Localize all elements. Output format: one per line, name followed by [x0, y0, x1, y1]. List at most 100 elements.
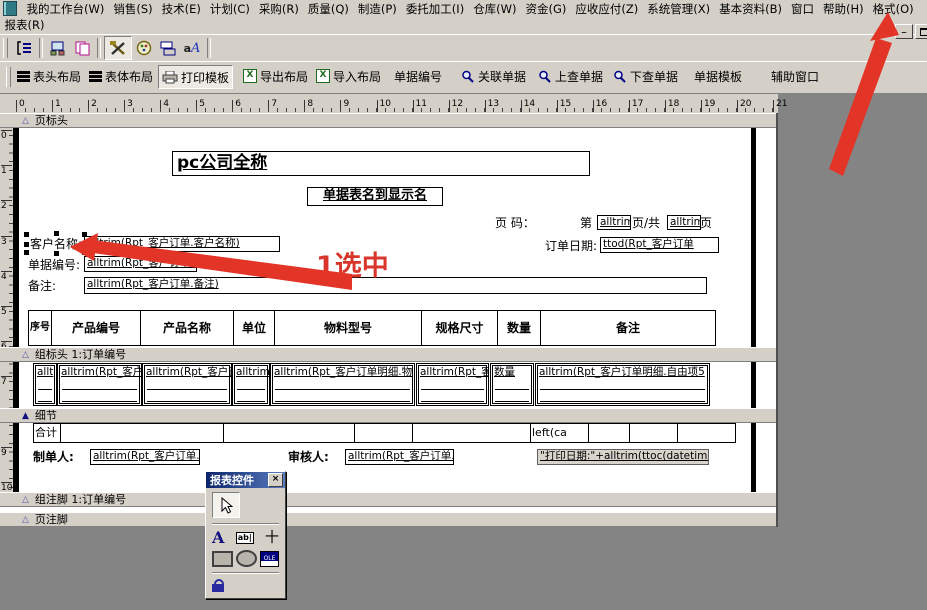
- menu-item-8[interactable]: 仓库(W): [469, 1, 521, 17]
- tools-button[interactable]: [104, 36, 132, 60]
- menu-item-11[interactable]: 系统管理(X): [643, 1, 715, 17]
- table-header-row[interactable]: 序号 产品编号 产品名称 单位 物料型号 规格尺寸 数量 备注: [28, 310, 716, 346]
- menu-item-15[interactable]: 格式(O): [868, 1, 918, 17]
- menu-item-5[interactable]: 质量(Q): [303, 1, 353, 17]
- menu-item-4[interactable]: 采购(R): [254, 1, 303, 17]
- table-header-cell[interactable]: 规格尺寸: [421, 310, 498, 346]
- doc-no-label[interactable]: 单据编号:: [28, 258, 80, 272]
- detail-cell[interactable]: alltrim(Rpt_客户: [57, 363, 142, 406]
- pageno-field-1[interactable]: alltrim: [597, 215, 631, 230]
- table-header-cell[interactable]: 物料型号: [274, 310, 422, 346]
- btn-doc-number[interactable]: 单据编号: [391, 65, 445, 87]
- selection-handle[interactable]: [24, 250, 29, 255]
- copy-button[interactable]: [70, 37, 94, 59]
- menu-item-6[interactable]: 制造(P): [353, 1, 401, 17]
- menu-item-7[interactable]: 委托加工(I): [401, 1, 468, 17]
- rectangle-tool[interactable]: [212, 551, 233, 567]
- remark-field[interactable]: alltrim(Rpt_客户订单.备注): [84, 277, 707, 294]
- label-tool[interactable]: A: [212, 530, 224, 546]
- btn-body-layout[interactable]: 表体布局: [86, 65, 156, 87]
- table-header-cell[interactable]: 序号: [28, 310, 52, 346]
- band-page-header[interactable]: △ 页标头: [0, 113, 776, 128]
- total-cell[interactable]: [354, 423, 413, 443]
- palette-button[interactable]: [132, 37, 156, 59]
- remark-label[interactable]: 备注:: [28, 279, 56, 293]
- band-group-footer[interactable]: △ 组注脚 1:订单编号: [0, 492, 776, 507]
- datasource-button[interactable]: [46, 37, 70, 59]
- ellipse-tool[interactable]: [236, 550, 257, 567]
- total-cell[interactable]: [677, 423, 736, 443]
- band-detail[interactable]: ▲ 细节: [0, 408, 776, 423]
- selection-handle[interactable]: [54, 231, 59, 236]
- band-page-footer[interactable]: △ 页注脚: [0, 512, 776, 527]
- table-header-cell[interactable]: 数量: [497, 310, 541, 346]
- menu-item-13[interactable]: 窗口: [787, 1, 819, 17]
- detail-cell[interactable]: allt: [33, 363, 57, 406]
- total-expression-cell[interactable]: left(ca: [530, 423, 589, 443]
- layout-align-button[interactable]: [156, 37, 180, 59]
- table-header-cell[interactable]: 备注: [540, 310, 716, 346]
- order-date-label[interactable]: 订单日期:: [545, 239, 597, 253]
- company-name-field[interactable]: pc公司全称: [172, 151, 590, 176]
- table-header-cell[interactable]: 单位: [233, 310, 275, 346]
- selection-handle[interactable]: [24, 242, 29, 247]
- ole-tool[interactable]: OLE: [260, 551, 279, 567]
- restore-button[interactable]: [915, 24, 927, 39]
- pageno-prefix[interactable]: 第: [580, 216, 592, 230]
- collapse-triangle-icon[interactable]: ▲: [22, 411, 29, 421]
- btn-related-docs[interactable]: 关联单据: [458, 65, 529, 87]
- btn-lookup-down[interactable]: 下查单据: [610, 65, 681, 87]
- auditor-label[interactable]: 审核人:: [288, 450, 329, 464]
- menu-item-12[interactable]: 基本资料(B): [715, 1, 787, 17]
- btn-header-layout[interactable]: 表头布局: [14, 65, 84, 87]
- menu-item-1[interactable]: 销售(S): [109, 1, 157, 17]
- detail-cell[interactable]: alltrim(Rpt_客户订: [142, 363, 232, 406]
- textfield-tool[interactable]: ab|: [236, 532, 254, 544]
- total-cell[interactable]: [588, 423, 630, 443]
- customer-label-selected[interactable]: 客户名称:: [30, 237, 84, 252]
- table-header-cell[interactable]: 产品名称: [140, 310, 234, 346]
- doc-no-field[interactable]: alltrim(Rpt_客户订单.单据编号): [84, 256, 197, 272]
- menu-item-report[interactable]: 报表(R): [0, 17, 49, 33]
- selection-handle[interactable]: [24, 232, 29, 237]
- btn-import-layout[interactable]: X 导入布局: [313, 65, 384, 87]
- field-list-button[interactable]: [12, 37, 36, 59]
- collapse-triangle-icon[interactable]: △: [22, 116, 29, 126]
- btn-print-template[interactable]: 打印模板: [158, 65, 233, 89]
- band-group-header[interactable]: △ 组标头 1:订单编号: [0, 347, 776, 362]
- detail-cell[interactable]: 数量: [490, 363, 534, 406]
- toolbar-grip[interactable]: [6, 67, 11, 87]
- selection-handle[interactable]: [54, 251, 59, 256]
- toolbar-grip[interactable]: [3, 38, 8, 58]
- btn-lookup-up[interactable]: 上查单据: [535, 65, 606, 87]
- detail-cell[interactable]: alltrim(Rpt_客户订单明细.物: [270, 363, 415, 406]
- pointer-tool[interactable]: [212, 492, 240, 518]
- total-label-cell[interactable]: 合计: [33, 423, 61, 443]
- maker-label[interactable]: 制单人:: [33, 450, 74, 464]
- menu-item-0[interactable]: 我的工作台(W): [22, 1, 109, 17]
- order-date-field[interactable]: ttod(Rpt_客户订单: [600, 237, 719, 253]
- menu-item-9[interactable]: 资金(G): [521, 1, 571, 17]
- total-cell[interactable]: [629, 423, 678, 443]
- print-date-field[interactable]: "打印日期:"+alltrim(ttoc(datetime: [537, 449, 709, 465]
- btn-aux-window[interactable]: 辅助窗口: [768, 65, 822, 87]
- maker-field[interactable]: alltrim(Rpt_客户订单.制: [90, 449, 200, 465]
- pageno-mid[interactable]: 页/共: [632, 216, 660, 230]
- total-cell[interactable]: [412, 423, 531, 443]
- menu-item-14[interactable]: 帮助(H): [819, 1, 869, 17]
- btn-doc-template[interactable]: 单据模板: [691, 65, 745, 87]
- pageno-field-2[interactable]: alltrim: [667, 215, 701, 230]
- font-button[interactable]: aA: [180, 37, 204, 59]
- total-cell[interactable]: [60, 423, 224, 443]
- palette-titlebar[interactable]: 报表控件 ×: [206, 472, 285, 488]
- total-row[interactable]: 合计 left(ca: [33, 423, 736, 443]
- report-design-surface[interactable]: 012345678910 △ 页标头 pc公司全称 单据表名到显示名 页 码： …: [0, 113, 778, 527]
- total-cell[interactable]: [223, 423, 355, 443]
- menu-item-2[interactable]: 技术(E): [157, 1, 205, 17]
- customer-field[interactable]: alltrim(Rpt_客户订单.客户名称): [84, 236, 280, 252]
- menu-item-3[interactable]: 计划(C): [205, 1, 254, 17]
- collapse-triangle-icon[interactable]: △: [22, 495, 29, 505]
- menu-item-10[interactable]: 应收应付(Z): [571, 1, 643, 17]
- pageno-suffix[interactable]: 页: [700, 216, 712, 230]
- doc-title-field[interactable]: 单据表名到显示名: [307, 187, 443, 206]
